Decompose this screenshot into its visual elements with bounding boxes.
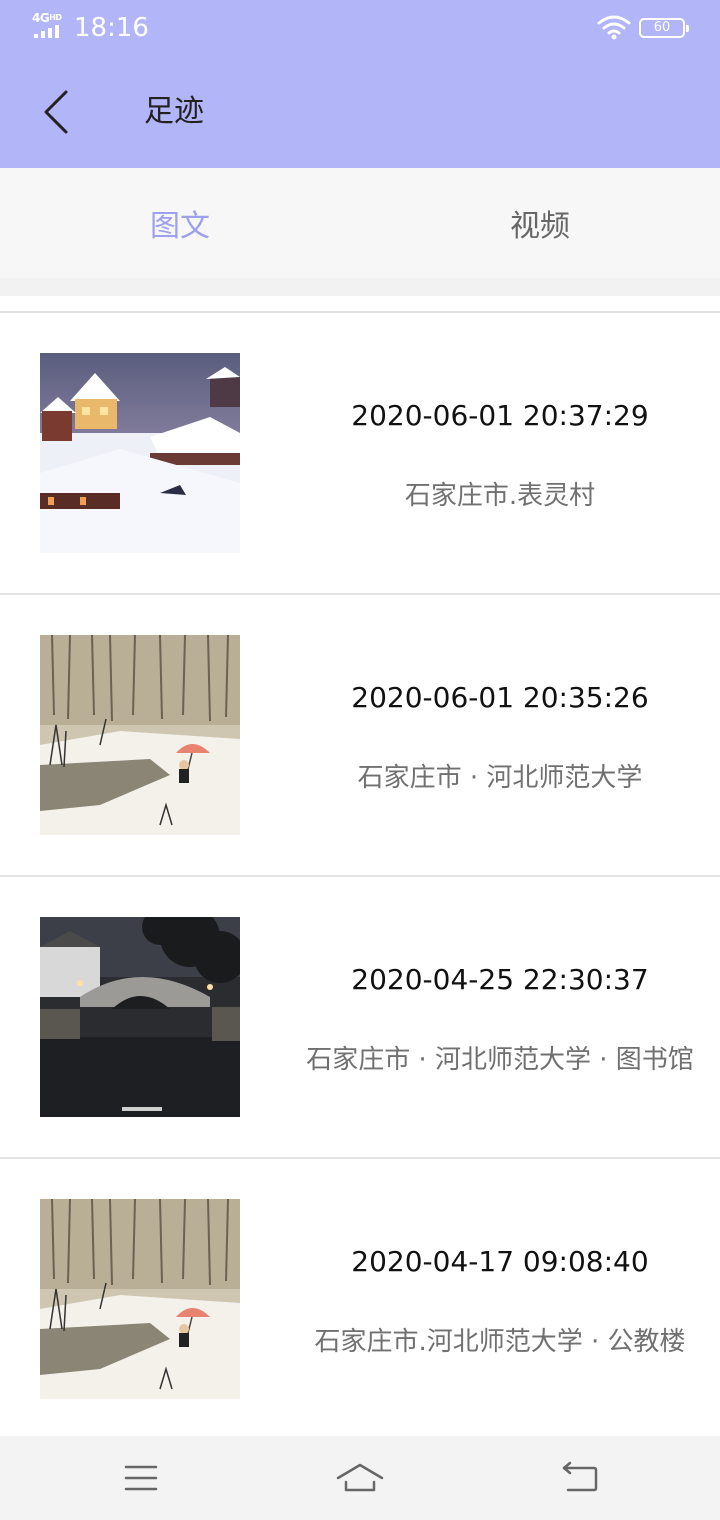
- tab-video[interactable]: 视频: [360, 168, 720, 278]
- home-icon: [336, 1463, 384, 1492]
- return-button[interactable]: [540, 1454, 620, 1504]
- list-item[interactable]: 2020-04-17 09:08:40 石家庄市.河北师范大学 · 公教楼: [0, 1159, 720, 1441]
- tab-bar: 图文 视频: [0, 168, 720, 278]
- record-time: 2020-06-01 20:37:29: [351, 399, 649, 432]
- battery-level: 60: [653, 20, 671, 35]
- snowy-village-photo: [40, 353, 240, 553]
- record-place: 石家庄市 · 河北师范大学: [357, 763, 643, 793]
- record-time: 2020-04-25 22:30:37: [351, 963, 649, 996]
- home-button[interactable]: [320, 1454, 400, 1504]
- status-time: 18:16: [74, 13, 149, 43]
- return-icon: [562, 1461, 598, 1492]
- record-time: 2020-04-17 09:08:40: [351, 1245, 649, 1278]
- list-item[interactable]: 2020-04-25 22:30:37 石家庄市 · 河北师范大学 · 图书馆: [0, 877, 720, 1159]
- system-nav-bar: [0, 1436, 720, 1520]
- tab-image-text[interactable]: 图文: [0, 168, 360, 278]
- wifi-icon: [597, 14, 631, 40]
- record-time: 2020-06-01 20:35:26: [351, 681, 649, 714]
- record-place: 石家庄市 · 河北师范大学 · 图书馆: [306, 1045, 694, 1075]
- snowy-forest-umbrella-illustration: [40, 635, 240, 835]
- menu-button[interactable]: [100, 1454, 180, 1504]
- status-bar: 4GHD 18:16 60: [0, 0, 720, 56]
- page-title: 足迹: [144, 94, 204, 129]
- list-item[interactable]: 2020-06-01 20:37:29 石家庄市.表灵村: [0, 313, 720, 595]
- record-place: 石家庄市.表灵村: [404, 481, 596, 511]
- app-header: 4GHD 18:16 60 足迹: [0, 0, 720, 168]
- network-type: 4GHD: [32, 11, 62, 25]
- list-item[interactable]: 2020-06-01 20:35:26 石家庄市 · 河北师范大学: [0, 595, 720, 877]
- footprint-list: 2020-06-01 20:37:29 石家庄市.表灵村 2020-06-01 …: [0, 313, 720, 1441]
- menu-icon: [124, 1465, 158, 1491]
- back-button[interactable]: [30, 84, 86, 140]
- chevron-left-icon: [44, 90, 68, 134]
- record-place: 石家庄市.河北师范大学 · 公教楼: [314, 1327, 686, 1357]
- signal-icon: 4GHD: [32, 12, 66, 40]
- snowy-forest-umbrella-illustration: [40, 1199, 240, 1399]
- night-bridge-moon-photo: [40, 917, 240, 1117]
- battery-icon: 60: [639, 18, 689, 38]
- divider: [0, 278, 720, 313]
